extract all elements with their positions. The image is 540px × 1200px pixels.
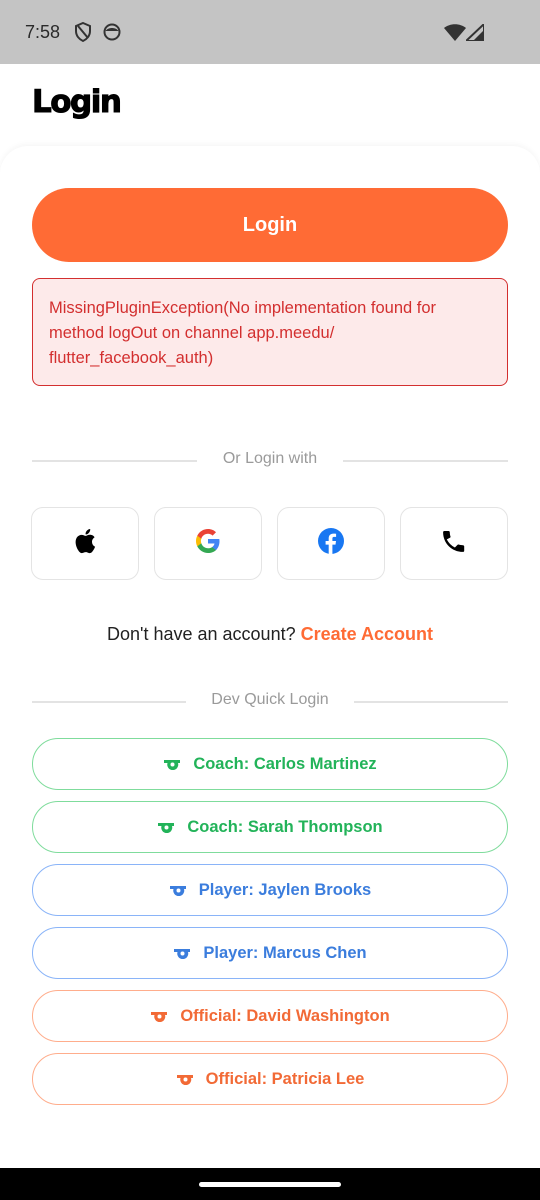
dev-login-coach-carlos[interactable]: Coach: Carlos Martinez: [32, 738, 508, 790]
whistle-icon: [163, 758, 181, 770]
whistle-icon: [150, 1010, 168, 1022]
apple-login-button[interactable]: [31, 507, 139, 580]
wifi-icon: [444, 24, 466, 46]
signup-prompt: Don't have an account?: [107, 624, 296, 644]
dev-login-official-david[interactable]: Official: David Washington: [32, 990, 508, 1042]
facebook-icon: [318, 528, 344, 559]
dev-login-label: Official: Patricia Lee: [205, 1069, 365, 1088]
divider-line-right: [354, 701, 508, 703]
phone-icon: [442, 529, 466, 558]
home-gesture-handle[interactable]: [199, 1182, 341, 1187]
divider-line-right: [343, 460, 508, 462]
dev-login-official-patricia[interactable]: Official: Patricia Lee: [32, 1053, 508, 1105]
navigation-bar: [0, 1168, 540, 1200]
google-login-button[interactable]: [154, 507, 262, 580]
signal-icon: [463, 21, 485, 46]
error-message: MissingPluginException(No implementation…: [32, 278, 508, 386]
dev-login-label: Player: Jaylen Brooks: [198, 880, 372, 899]
face-icon: [103, 22, 121, 47]
facebook-login-button[interactable]: [277, 507, 385, 580]
status-time: 7:58: [25, 22, 61, 42]
status-bar: 7:58: [0, 0, 540, 64]
dev-login-label: Coach: Carlos Martinez: [193, 754, 377, 773]
whistle-icon: [157, 821, 175, 833]
dev-login-player-jaylen[interactable]: Player: Jaylen Brooks: [32, 864, 508, 916]
social-divider-label: Or Login with: [222, 450, 318, 467]
page-title: Login: [31, 84, 122, 121]
app-header: Login: [0, 64, 540, 150]
social-divider: Or Login with: [32, 450, 508, 470]
dev-login-label: Official: David Washington: [180, 1006, 390, 1025]
whistle-icon: [169, 884, 187, 896]
dev-login-player-marcus[interactable]: Player: Marcus Chen: [32, 927, 508, 979]
login-button[interactable]: Login: [32, 188, 508, 262]
shield-icon: [74, 21, 92, 47]
create-account-link[interactable]: Create Account: [301, 624, 433, 644]
google-icon: [196, 529, 220, 558]
whistle-icon: [173, 947, 191, 959]
phone-login-button[interactable]: [400, 507, 508, 580]
apple-icon: [74, 528, 96, 559]
whistle-icon: [176, 1073, 194, 1085]
dev-login-coach-sarah[interactable]: Coach: Sarah Thompson: [32, 801, 508, 853]
dev-divider: Dev Quick Login: [32, 691, 508, 711]
dev-divider-label: Dev Quick Login: [211, 691, 329, 708]
dev-login-label: Coach: Sarah Thompson: [187, 817, 383, 836]
signup-row: Don't have an account? Create Account: [0, 624, 540, 645]
dev-login-label: Player: Marcus Chen: [203, 943, 367, 962]
